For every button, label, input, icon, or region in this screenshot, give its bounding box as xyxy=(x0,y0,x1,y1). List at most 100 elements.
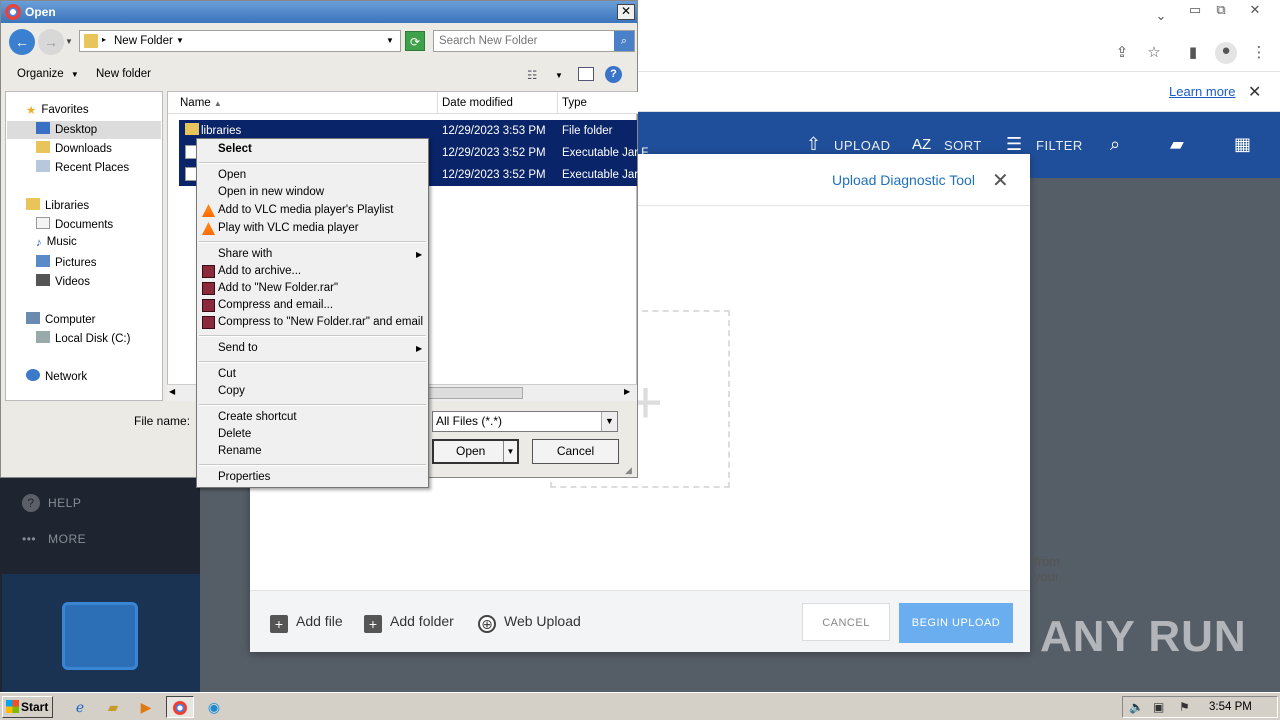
action-center-flag-icon[interactable]: ⚑ xyxy=(1179,700,1190,714)
preview-pane-icon[interactable] xyxy=(578,67,594,81)
filter-icon[interactable]: ☰ xyxy=(1006,134,1022,155)
nav-item-videos[interactable]: Videos xyxy=(36,274,90,288)
side-panel-icon[interactable]: ▮ xyxy=(1184,44,1202,62)
close-panel-icon[interactable]: ✕ xyxy=(992,168,1009,193)
internet-explorer-icon[interactable]: ℯ xyxy=(66,696,94,718)
nav-item-computer[interactable]: Computer xyxy=(26,312,96,326)
new-folder-icon[interactable]: ▰ xyxy=(1170,134,1184,155)
address-history-icon[interactable]: ▼ xyxy=(386,36,394,45)
nav-item-documents[interactable]: Documents xyxy=(36,217,113,231)
open-dropdown-icon[interactable]: ▼ xyxy=(503,441,517,462)
filter-action[interactable]: FILTER xyxy=(1036,138,1083,153)
menu-item-share-with[interactable]: Share with xyxy=(218,248,272,260)
nav-item-downloads[interactable]: Downloads xyxy=(36,141,112,155)
cancel-upload-button[interactable]: CANCEL xyxy=(802,603,890,641)
sort-action[interactable]: SORT xyxy=(944,138,982,153)
recent-locations-chevron-icon[interactable]: ▼ xyxy=(65,37,73,46)
tab-list-chevron-icon[interactable]: ⌄ xyxy=(1150,8,1172,24)
address-bar[interactable]: ▸ New Folder ▼ ▼ xyxy=(79,30,401,52)
nav-item-desktop[interactable]: Desktop xyxy=(36,122,97,136)
media-player-icon[interactable]: ▶ xyxy=(132,696,160,718)
close-window-icon[interactable]: ✕ xyxy=(1244,2,1266,18)
resize-grip-icon[interactable]: ◢ xyxy=(625,465,632,476)
menu-item-open[interactable]: Open xyxy=(218,169,246,181)
file-explorer-icon[interactable]: ▰ xyxy=(99,696,127,718)
menu-item-create-shortcut[interactable]: Create shortcut xyxy=(218,411,297,423)
back-arrow-icon[interactable]: ← xyxy=(9,29,35,55)
column-header-name[interactable]: Name ▲ xyxy=(168,92,438,114)
menu-separator xyxy=(199,464,426,466)
menu-item-copy[interactable]: Copy xyxy=(218,385,245,397)
organize-button[interactable]: Organize ▼ xyxy=(17,68,79,80)
chrome-logo-icon xyxy=(173,701,187,715)
menu-item-select[interactable]: Select xyxy=(218,143,252,155)
sidebar-item-more[interactable]: ••• MORE xyxy=(22,532,86,546)
menu-item-rename[interactable]: Rename xyxy=(218,445,261,457)
view-options-icon[interactable]: ☷ xyxy=(527,68,537,82)
nav-item-favorites[interactable]: ★ Favorites xyxy=(26,103,89,117)
new-folder-button[interactable]: New folder xyxy=(96,68,151,80)
view-chevron-icon[interactable]: ▼ xyxy=(555,71,563,80)
sort-icon[interactable]: AZ xyxy=(912,136,931,153)
recent-places-icon xyxy=(36,160,50,172)
menu-item-compress-email[interactable]: Compress and email... xyxy=(218,299,333,311)
breadcrumb-chevron-icon[interactable]: ▸ xyxy=(102,35,106,44)
restore-icon[interactable]: ⧉ xyxy=(1210,2,1232,18)
help-icon[interactable]: ? xyxy=(605,66,622,83)
share-icon[interactable]: ⇪ xyxy=(1113,44,1131,62)
nav-item-local-disk[interactable]: Local Disk (C:) xyxy=(36,331,130,345)
menu-item-cut[interactable]: Cut xyxy=(218,368,236,380)
scrollbar-thumb[interactable] xyxy=(427,387,523,399)
begin-upload-button[interactable]: BEGIN UPLOAD xyxy=(899,603,1013,643)
scroll-left-icon[interactable]: ◀ xyxy=(169,387,175,396)
open-button[interactable]: Open ▼ xyxy=(432,439,519,464)
menu-item-compress-rar-email[interactable]: Compress to "New Folder.rar" and email xyxy=(218,316,423,328)
nav-item-recent-places[interactable]: Recent Places xyxy=(36,160,129,174)
volume-icon[interactable]: 🔈 xyxy=(1129,700,1144,714)
clock[interactable]: 3:54 PM xyxy=(1209,701,1252,713)
forward-arrow-icon[interactable]: → xyxy=(38,29,64,55)
menu-item-delete[interactable]: Delete xyxy=(218,428,251,440)
chrome-taskbar-icon[interactable] xyxy=(166,696,194,718)
nav-item-network[interactable]: Network xyxy=(26,369,87,383)
upload-icon[interactable]: ⇧ xyxy=(806,134,821,155)
menu-item-properties[interactable]: Properties xyxy=(218,471,270,483)
dialog-close-button[interactable]: ✕ xyxy=(617,4,635,20)
upload-action[interactable]: UPLOAD xyxy=(834,138,890,153)
web-upload-button[interactable]: ⊕ Web Upload xyxy=(478,613,581,633)
profile-avatar-icon[interactable]: ● xyxy=(1215,42,1237,64)
search-input[interactable] xyxy=(434,31,614,51)
nav-item-pictures[interactable]: Pictures xyxy=(36,255,97,269)
close-infobar-icon[interactable]: ✕ xyxy=(1248,82,1261,102)
file-type-select[interactable]: All Files (*.*) ▼ xyxy=(432,411,618,432)
menu-item-vlc-add-playlist[interactable]: Add to VLC media player's Playlist xyxy=(218,204,393,216)
add-file-button[interactable]: + Add file xyxy=(270,613,343,633)
minimize-icon[interactable]: ▭ xyxy=(1184,2,1206,18)
add-folder-button[interactable]: + Add folder xyxy=(364,613,454,633)
menu-kebab-icon[interactable]: ⋮ xyxy=(1250,44,1268,62)
start-button[interactable]: Start xyxy=(2,696,53,718)
menu-item-add-archive[interactable]: Add to archive... xyxy=(218,265,301,277)
nav-item-music[interactable]: ♪ Music xyxy=(36,236,77,249)
search-icon[interactable]: ⌕ xyxy=(614,31,634,51)
menu-item-vlc-play[interactable]: Play with VLC media player xyxy=(218,222,359,234)
nav-item-libraries[interactable]: Libraries xyxy=(26,198,89,212)
menu-item-add-rar[interactable]: Add to "New Folder.rar" xyxy=(218,282,338,294)
edge-icon[interactable]: ◉ xyxy=(200,696,228,718)
menu-item-open-new-window[interactable]: Open in new window xyxy=(218,186,324,198)
menu-item-send-to[interactable]: Send to xyxy=(218,342,258,354)
column-header-type[interactable]: Type xyxy=(558,92,638,114)
cancel-button[interactable]: Cancel xyxy=(532,439,619,464)
breadcrumb-dropdown-icon[interactable]: ▼ xyxy=(176,36,184,45)
search-icon[interactable]: ⌕ xyxy=(1110,134,1120,155)
chevron-down-icon[interactable]: ▼ xyxy=(601,412,617,431)
sidebar-item-help[interactable]: ? HELP xyxy=(22,494,81,512)
grid-view-icon[interactable]: ▦ xyxy=(1234,134,1251,155)
column-header-date[interactable]: Date modified xyxy=(438,92,558,114)
bookmark-star-icon[interactable]: ☆ xyxy=(1145,44,1163,62)
network-tray-icon[interactable]: ▣ xyxy=(1153,700,1164,714)
learn-more-link[interactable]: Learn more xyxy=(1169,84,1235,99)
refresh-icon[interactable]: ⟳ xyxy=(405,31,425,51)
scroll-right-icon[interactable]: ▶ xyxy=(624,387,630,396)
web-upload-label: Web Upload xyxy=(504,613,581,629)
